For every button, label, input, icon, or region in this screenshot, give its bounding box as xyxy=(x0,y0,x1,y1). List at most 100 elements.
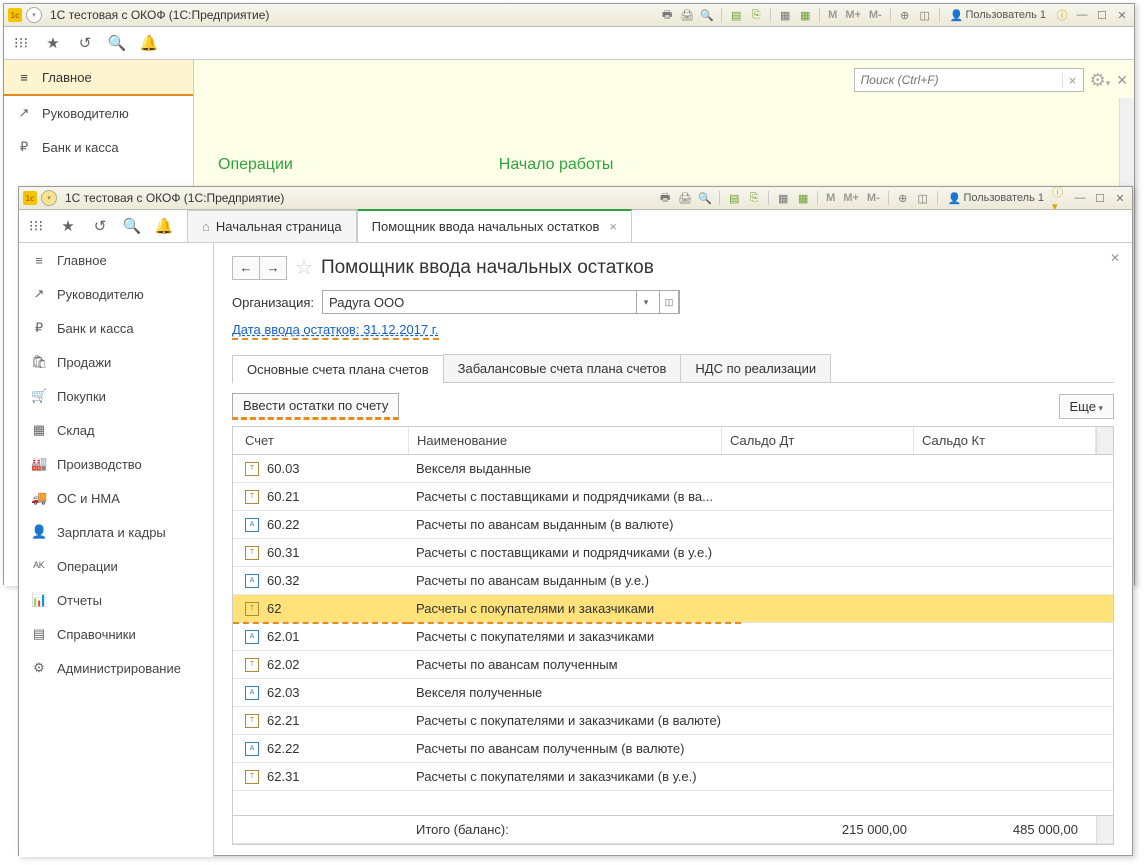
col-account[interactable]: Счет xyxy=(233,427,409,454)
dropdown-icon[interactable]: ▾ xyxy=(636,291,655,313)
tab[interactable]: Помощник ввода начальных остатков× xyxy=(357,209,632,242)
sidebar-item[interactable]: 👤Зарплата и кадры xyxy=(19,515,213,549)
close-panel-icon[interactable]: ✕ xyxy=(1116,72,1128,89)
close-button[interactable]: ✕ xyxy=(1114,7,1130,23)
table-row[interactable]: A62.22Расчеты по авансам полученным (в в… xyxy=(233,735,1113,763)
inner-tab[interactable]: Забалансовые счета плана счетов xyxy=(443,354,682,382)
table-row[interactable]: T60.21Расчеты с поставщиками и подрядчик… xyxy=(233,483,1113,511)
history-icon[interactable]: ↺ xyxy=(72,30,98,56)
back-button[interactable]: ← xyxy=(233,257,259,279)
search-icon[interactable]: 🔍 xyxy=(699,7,715,23)
forward-button[interactable]: → xyxy=(259,257,286,279)
calc-icon[interactable]: ▦ xyxy=(775,190,791,206)
close-tab-icon[interactable]: × xyxy=(609,219,617,234)
bell-icon[interactable]: 🔔 xyxy=(151,213,177,239)
favorite-icon[interactable]: ★ xyxy=(40,30,66,56)
m-minus-button[interactable]: M- xyxy=(867,7,884,23)
info-icon[interactable]: ⓘ ▾ xyxy=(1052,190,1068,206)
table-row[interactable]: T62.31Расчеты с покупателями и заказчика… xyxy=(233,763,1113,791)
inner-tab[interactable]: Основные счета плана счетов xyxy=(232,355,444,383)
table-row[interactable]: A60.32Расчеты по авансам выданным (в у.е… xyxy=(233,567,1113,595)
sidebar-item[interactable]: ↗Руководителю xyxy=(4,96,193,130)
panel-icon[interactable]: ◫ xyxy=(915,190,931,206)
calc-icon[interactable]: ▦ xyxy=(777,7,793,23)
table-row[interactable]: T62Расчеты с покупателями и заказчиками xyxy=(233,595,1113,623)
sidebar-item[interactable]: 🛒Покупки xyxy=(19,379,213,413)
doc-icon[interactable]: ▤ xyxy=(728,7,744,23)
m-minus-button[interactable]: M- xyxy=(865,190,882,206)
table-row[interactable]: A60.22Расчеты по авансам выданным (в вал… xyxy=(233,511,1113,539)
maximize-button[interactable]: ☐ xyxy=(1092,190,1108,206)
search-tool-icon[interactable]: 🔍 xyxy=(104,30,130,56)
maximize-button[interactable]: ☐ xyxy=(1094,7,1110,23)
sidebar-item[interactable]: ▤Справочники xyxy=(19,617,213,651)
sidebar-item[interactable]: ₽Банк и касса xyxy=(19,311,213,345)
sidebar-item[interactable]: 🏭Производство xyxy=(19,447,213,481)
copy-icon[interactable]: ⎘ xyxy=(746,190,762,206)
print2-icon[interactable]: 🖨 xyxy=(679,7,695,23)
search-icon[interactable]: 🔍 xyxy=(697,190,713,206)
m-button[interactable]: M xyxy=(824,190,837,206)
print-icon[interactable]: 🖶 xyxy=(659,7,675,23)
minimize-button[interactable]: — xyxy=(1074,7,1090,23)
search-input[interactable]: × xyxy=(854,68,1084,92)
col-name[interactable]: Наименование xyxy=(409,427,722,454)
m-plus-button[interactable]: M+ xyxy=(841,190,861,206)
sidebar-item[interactable]: ₽Банк и касса xyxy=(4,130,193,164)
more-button[interactable]: Еще xyxy=(1059,394,1114,419)
zoom-icon[interactable]: ⊕ xyxy=(897,7,913,23)
table-row[interactable]: T62.02Расчеты по авансам полученным xyxy=(233,651,1113,679)
table-row[interactable]: T60.03Векселя выданные xyxy=(233,455,1113,483)
table-row[interactable]: A62.03Векселя полученные xyxy=(233,679,1113,707)
sidebar-item[interactable]: 🚚ОС и НМА xyxy=(19,481,213,515)
print2-icon[interactable]: 🖨 xyxy=(677,190,693,206)
minimize-button[interactable]: — xyxy=(1072,190,1088,206)
sidebar-item[interactable]: 📊Отчеты xyxy=(19,583,213,617)
inner-tab[interactable]: НДС по реализации xyxy=(680,354,831,382)
scrollbar[interactable] xyxy=(1096,427,1113,454)
bell-icon[interactable]: 🔔 xyxy=(136,30,162,56)
col-debit[interactable]: Сальдо Дт xyxy=(722,427,914,454)
date-link[interactable]: Дата ввода остатков: 31.12.2017 г. xyxy=(232,322,439,340)
sidebar-item[interactable]: ↗Руководителю xyxy=(19,277,213,311)
calendar-icon[interactable]: ▦ xyxy=(795,190,811,206)
apps-icon[interactable]: ⁝⁝⁝ xyxy=(8,30,34,56)
print-icon[interactable]: 🖶 xyxy=(657,190,673,206)
open-icon[interactable]: ◫ xyxy=(659,290,679,314)
search-tool-icon[interactable]: 🔍 xyxy=(119,213,145,239)
doc-icon[interactable]: ▤ xyxy=(726,190,742,206)
apps-icon[interactable]: ⁝⁝⁝ xyxy=(23,213,49,239)
gear-icon[interactable]: ⚙▾ xyxy=(1090,70,1111,91)
user-label[interactable]: 👤 Пользователь 1 xyxy=(946,9,1050,22)
m-plus-button[interactable]: M+ xyxy=(843,7,863,23)
sidebar-item[interactable]: ≡Главное xyxy=(4,60,193,96)
info-icon[interactable]: ⓘ xyxy=(1054,7,1070,23)
calendar-icon[interactable]: ▦ xyxy=(797,7,813,23)
organization-select[interactable]: Радуга ООО ▾ ◫ xyxy=(322,290,680,314)
search-field[interactable] xyxy=(855,73,1062,87)
sidebar-item[interactable]: 🛍Продажи xyxy=(19,345,213,379)
zoom-icon[interactable]: ⊕ xyxy=(895,190,911,206)
copy-icon[interactable]: ⎘ xyxy=(748,7,764,23)
panel-icon[interactable]: ◫ xyxy=(917,7,933,23)
dropdown-icon[interactable]: ▾ xyxy=(41,190,57,206)
dropdown-icon[interactable]: ▾ xyxy=(26,7,42,23)
sidebar-item[interactable]: ▦Склад xyxy=(19,413,213,447)
clear-search-icon[interactable]: × xyxy=(1062,73,1083,88)
table-row[interactable]: T62.21Расчеты с покупателями и заказчика… xyxy=(233,707,1113,735)
close-button[interactable]: ✕ xyxy=(1112,190,1128,206)
m-button[interactable]: M xyxy=(826,7,839,23)
sidebar-item[interactable]: ᴬᴷОперации xyxy=(19,549,213,583)
close-page-icon[interactable]: ✕ xyxy=(1110,251,1120,265)
tab[interactable]: ⌂Начальная страница xyxy=(187,210,357,242)
star-icon[interactable]: ☆ xyxy=(295,255,313,280)
favorite-icon[interactable]: ★ xyxy=(55,213,81,239)
history-icon[interactable]: ↺ xyxy=(87,213,113,239)
sidebar-item[interactable]: ≡Главное xyxy=(19,243,213,277)
col-credit[interactable]: Сальдо Кт xyxy=(914,427,1096,454)
enter-balances-button[interactable]: Ввести остатки по счету xyxy=(232,393,399,420)
sidebar-item[interactable]: ⚙Администрирование xyxy=(19,651,213,685)
user-label[interactable]: 👤 Пользователь 1 xyxy=(944,192,1048,205)
table-row[interactable]: T60.31Расчеты с поставщиками и подрядчик… xyxy=(233,539,1113,567)
table-row[interactable]: A62.01Расчеты с покупателями и заказчика… xyxy=(233,623,1113,651)
